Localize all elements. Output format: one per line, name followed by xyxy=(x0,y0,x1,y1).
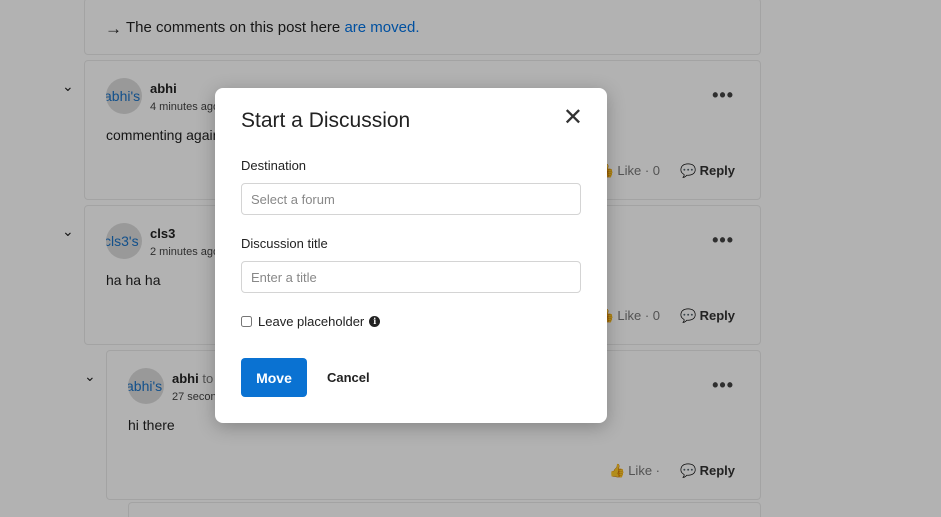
move-button[interactable]: Move xyxy=(241,358,307,397)
discussion-title-label: Discussion title xyxy=(241,236,328,251)
leave-placeholder-row[interactable]: Leave placeholder i xyxy=(241,314,381,329)
leave-placeholder-checkbox[interactable] xyxy=(241,316,252,327)
cancel-button[interactable]: Cancel xyxy=(327,370,370,385)
destination-input[interactable] xyxy=(241,183,581,215)
info-icon[interactable]: i xyxy=(369,316,381,327)
leave-placeholder-label: Leave placeholder xyxy=(258,314,365,329)
destination-label: Destination xyxy=(241,158,307,173)
discussion-title-input[interactable] xyxy=(241,261,581,293)
dialog-title: Start a Discussion xyxy=(241,109,411,132)
start-discussion-dialog: Start a Discussion ✕ Destination Discuss… xyxy=(215,88,607,423)
close-icon[interactable]: ✕ xyxy=(563,106,583,130)
